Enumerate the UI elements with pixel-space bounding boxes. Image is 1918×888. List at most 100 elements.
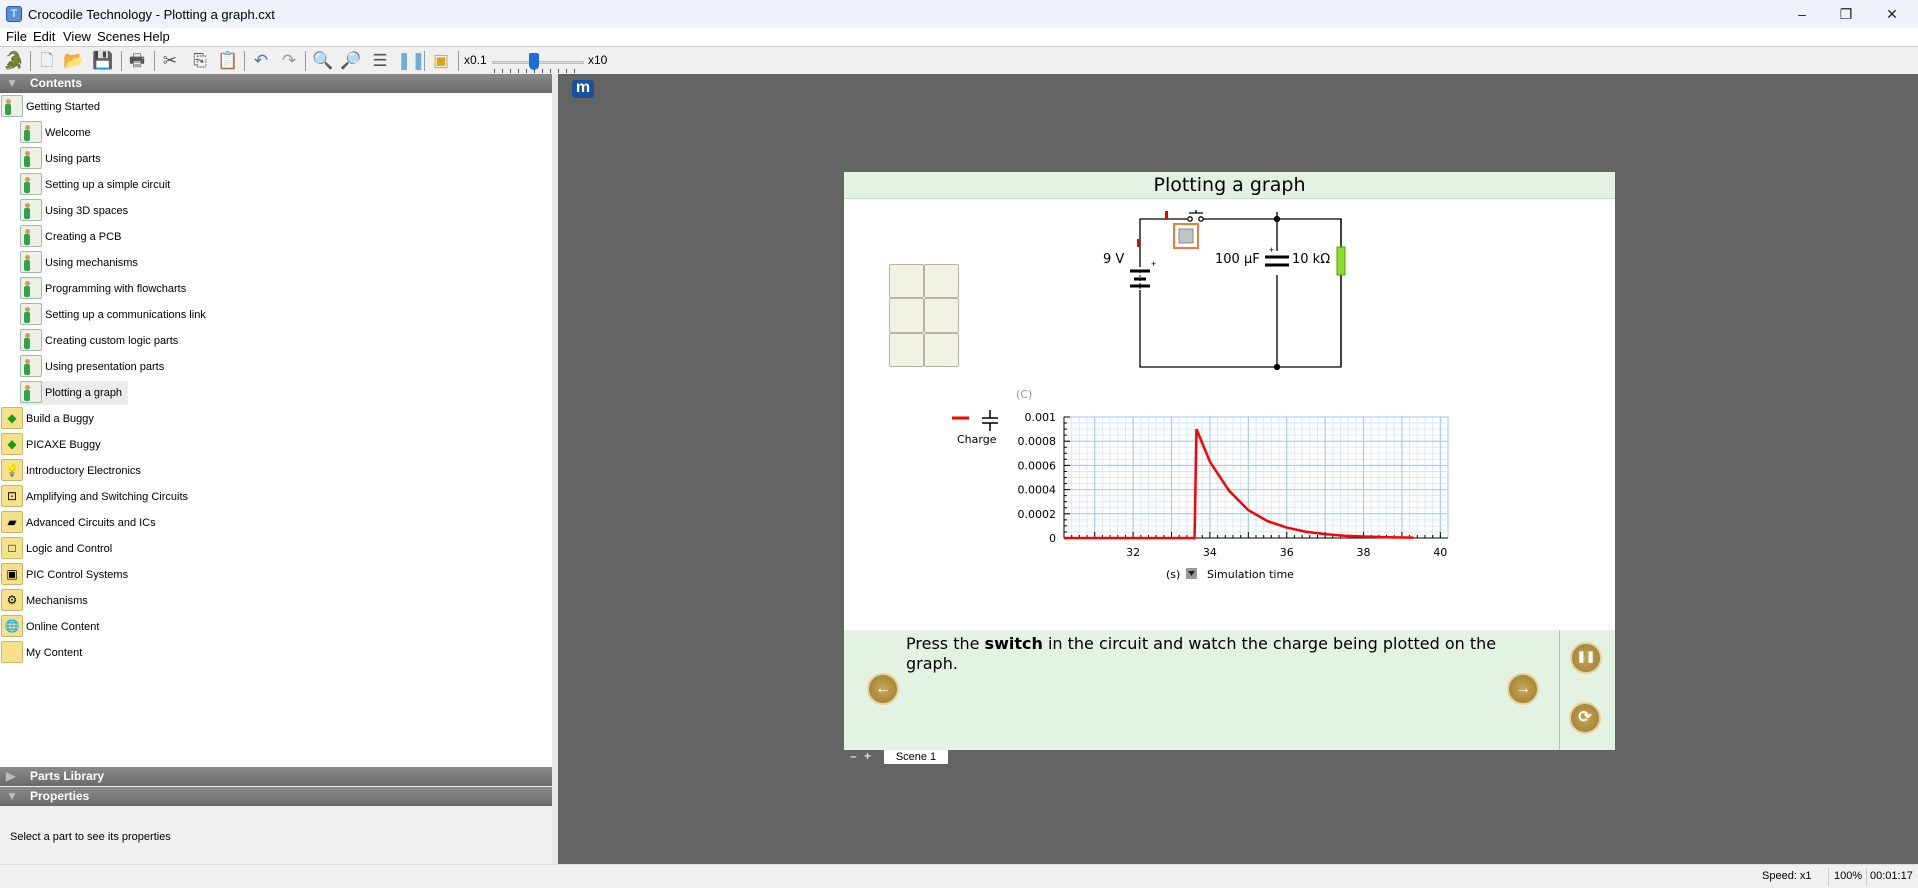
menu-help[interactable]: Help	[143, 29, 170, 44]
x-axis-title: Simulation time	[1207, 568, 1294, 581]
tree-item[interactable]: ⚙ Mechanisms	[1, 589, 94, 613]
undo-icon[interactable]: ↶	[250, 50, 272, 72]
y-tick-label: 0.0006	[1018, 459, 1057, 472]
pause-button[interactable]: ❚❚	[1570, 642, 1602, 674]
paste-icon[interactable]: 📋	[217, 50, 239, 72]
tree-item[interactable]: 🌐 Online Content	[1, 615, 105, 639]
x-tick-label: 36	[1280, 546, 1294, 559]
tree-item[interactable]: ▰ Advanced Circuits and ICs	[1, 511, 162, 535]
slide-text-panel: Press the switch in the circuit and watc…	[844, 630, 1615, 750]
open-icon[interactable]: 📂	[63, 50, 85, 72]
restart-button[interactable]: ⟳	[1569, 702, 1601, 734]
tree-item-label: Creating a PCB	[45, 231, 122, 243]
copy-icon[interactable]: ⎘	[189, 50, 211, 72]
tree-item[interactable]: Welcome	[20, 121, 97, 145]
properties-title: Properties	[30, 789, 90, 803]
menu-view[interactable]: View	[63, 29, 91, 44]
minimize-button[interactable]: –	[1780, 4, 1824, 26]
tree-item[interactable]: Plotting a graph	[20, 381, 129, 405]
tutorial-icon	[20, 329, 42, 352]
scene-tab[interactable]: Scene 1	[884, 750, 948, 764]
menu-edit[interactable]: Edit	[33, 29, 55, 44]
tree-item[interactable]: Getting Started	[1, 95, 106, 119]
capacitor-legend-icon	[982, 410, 998, 431]
tree-item[interactable]: □ Logic and Control	[1, 537, 118, 561]
collapse-arrow-icon: ▼	[6, 789, 18, 803]
buggy-icon: ◆	[1, 407, 23, 430]
speed-slider-thumb[interactable]	[529, 53, 539, 70]
tree-item[interactable]: ▣ PIC Control Systems	[1, 563, 134, 587]
tree-item-label: Welcome	[45, 127, 91, 139]
tree-item[interactable]: Setting up a communications link	[20, 303, 212, 327]
tutorial-icon	[20, 173, 42, 196]
presentation-slide: Plotting a graph + + 9 V 100 µF 10 kΩ 32…	[844, 172, 1615, 750]
tree-item[interactable]: 💡 Introductory Electronics	[1, 459, 147, 483]
tree-item[interactable]: Using mechanisms	[20, 251, 144, 275]
tree-item[interactable]: Creating custom logic parts	[20, 329, 184, 353]
tree-item-label: Advanced Circuits and ICs	[26, 517, 156, 529]
close-button[interactable]: ✕	[1870, 4, 1914, 26]
print-icon[interactable]: 🖶	[126, 50, 148, 72]
crocodile-icon[interactable]: 🐊	[3, 50, 25, 72]
tutorial-icon	[20, 251, 42, 274]
tree-item[interactable]: ⊡ Amplifying and Switching Circuits	[1, 485, 194, 509]
title-bar: T Crocodile Technology - Plotting a grap…	[0, 0, 1918, 28]
menu-scenes[interactable]: Scenes	[97, 29, 140, 44]
parts-library-header[interactable]: ▶ Parts Library	[0, 767, 552, 786]
speed-min-label: x0.1	[464, 53, 487, 67]
tree-item-label: Programming with flowcharts	[45, 283, 187, 295]
redo-icon[interactable]: ↷	[278, 50, 300, 72]
pic-icon: ▣	[1, 563, 23, 586]
previous-button[interactable]: ←	[867, 673, 899, 705]
tree-item[interactable]: Programming with flowcharts	[20, 277, 192, 301]
tree-item[interactable]: ◆ PICAXE Buggy	[1, 433, 107, 457]
x-axis-unit: (s)	[1166, 568, 1180, 581]
toolbar: 🐊 🗋 📂 💾 🖶 ✂ ⎘ 📋 ↶ ↷ 🔍 🔎 ☰ ❚❚ ▣ x0.1 x10	[0, 46, 1918, 74]
x-tick-label: 40	[1433, 546, 1447, 559]
tree-item-label: Mechanisms	[26, 595, 88, 607]
folder-icon	[1, 641, 23, 664]
window-title: Crocodile Technology - Plotting a graph.…	[28, 7, 275, 22]
next-button[interactable]: →	[1507, 673, 1539, 705]
buggy-icon: ◆	[1, 433, 23, 456]
tree-item[interactable]: Creating a PCB	[20, 225, 127, 249]
maximize-button[interactable]: ❐	[1824, 4, 1868, 26]
tree-item-label: PIC Control Systems	[26, 569, 129, 581]
tree-item[interactable]: My Content	[1, 641, 88, 665]
tree-item[interactable]: Setting up a simple circuit	[20, 173, 176, 197]
tree-item-label: Plotting a graph	[45, 387, 123, 399]
logo-icon: m	[572, 80, 594, 98]
app-icon: T	[6, 6, 22, 22]
fit-icon[interactable]: ☰	[369, 50, 391, 72]
contents-title: Contents	[30, 76, 82, 90]
properties-header[interactable]: ▼ Properties	[0, 787, 552, 806]
tree-item[interactable]: ◆ Build a Buggy	[1, 407, 100, 431]
new-icon[interactable]: 🗋	[36, 50, 58, 72]
y-tick-label: 0.0002	[1018, 508, 1057, 521]
tree-item[interactable]: Using presentation parts	[20, 355, 170, 379]
zoom-in-icon[interactable]: 🔍	[312, 50, 334, 72]
tutorial-icon	[20, 121, 42, 144]
scene-bar: – + Scene 1	[844, 749, 1615, 764]
tree-item[interactable]: Using parts	[20, 147, 107, 171]
zoom-out-icon[interactable]: 🔎	[340, 50, 362, 72]
save-icon[interactable]: 💾	[92, 50, 114, 72]
gear-icon: ⚙	[1, 589, 23, 612]
menu-file[interactable]: File	[6, 29, 27, 44]
contents-header[interactable]: ▼ Contents	[0, 74, 552, 93]
add-scene-button[interactable]: +	[864, 749, 871, 763]
remove-scene-button[interactable]: –	[850, 749, 857, 763]
presentation-icon[interactable]: ▣	[430, 50, 452, 72]
chart-svg: 32 34 36 38 40 0 0.0002 0.0004 0.0006 0.0008 0.001…	[952, 388, 1449, 581]
tree-item-label: Build a Buggy	[26, 413, 94, 425]
pause-icon[interactable]: ❚❚	[397, 50, 426, 72]
cut-icon[interactable]: ✂	[159, 50, 181, 72]
y-axis-unit: (C)	[1016, 388, 1032, 401]
text-bold: switch	[984, 634, 1043, 653]
graph[interactable]: 32 34 36 38 40 0 0.0002 0.0004 0.0006 0.0008 0.001…	[844, 172, 1615, 630]
legend-label: Charge	[957, 433, 997, 446]
tree-item[interactable]: Using 3D spaces	[20, 199, 134, 223]
circuit-icon: ⊡	[1, 485, 23, 508]
tree-item-label: Using presentation parts	[45, 361, 165, 373]
chip-icon: ▰	[1, 511, 23, 534]
